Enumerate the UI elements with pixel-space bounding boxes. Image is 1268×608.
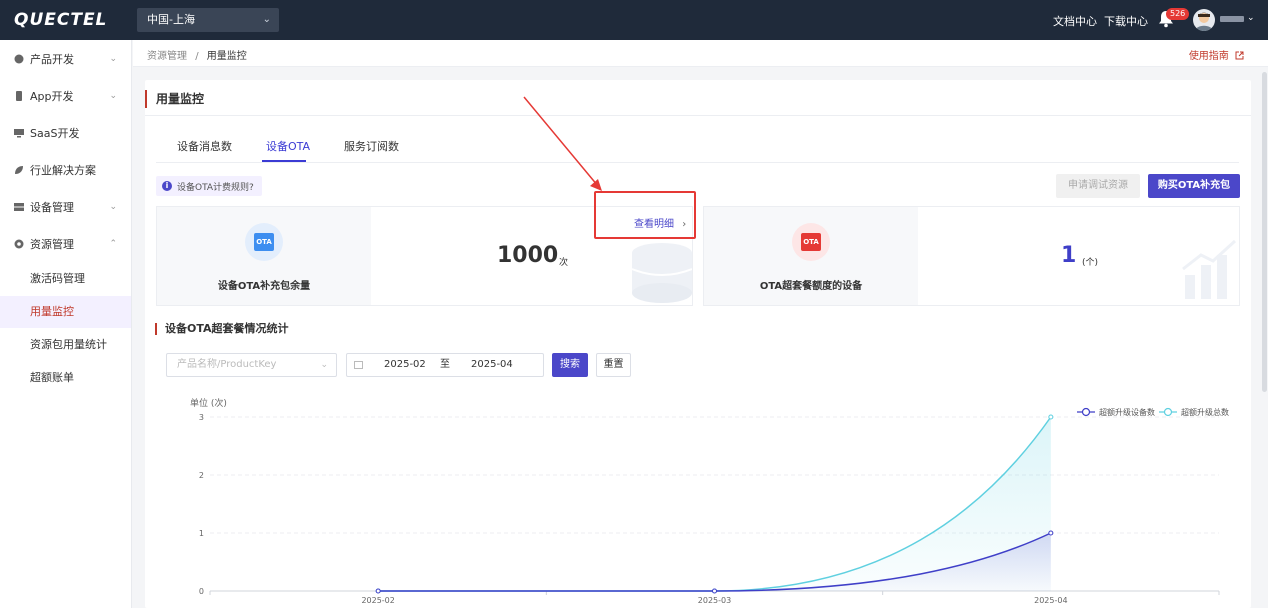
series-area [378, 417, 1051, 591]
y-tick-label: 0 [199, 587, 204, 596]
sidebar-item-app-dev[interactable]: App开发 ⌄ [0, 78, 131, 114]
sidebar-item-resource-mgmt[interactable]: 资源管理 ⌃ [0, 226, 131, 262]
data-point [1048, 530, 1054, 536]
y-tick-label: 2 [199, 471, 204, 480]
download-center-link[interactable]: 下载中心 [1104, 13, 1148, 29]
legend-label: 超额升级总数 [1181, 407, 1229, 417]
data-point [1048, 414, 1054, 420]
x-tick-label: 2025-03 [698, 596, 731, 605]
sidebar-item-product-dev[interactable]: 产品开发 ⌄ [0, 41, 131, 77]
quectel-logo[interactable]: QUECTEL [14, 10, 107, 30]
data-point [375, 588, 381, 594]
x-tick-label: 2025-02 [361, 596, 394, 605]
chevron-down-icon: ⌄ [109, 91, 117, 101]
ota-overage-line-chart: 单位 (次) 0 1 2 3 2025-02 2025-03 2025-04 超额升级设备数 超额… [190, 397, 1229, 605]
breadcrumb-separator: / [195, 51, 199, 62]
sidebar-subitem-overage-bill[interactable]: 超额账单 [0, 362, 131, 394]
avatar[interactable] [1193, 9, 1215, 31]
page-scrollbar[interactable] [1262, 72, 1267, 392]
sidebar-item-saas-dev[interactable]: SaaS开发 [0, 115, 131, 151]
sidebar-item-label: App开发 [30, 90, 74, 103]
chevron-up-icon: ⌃ [109, 239, 117, 249]
username-masked[interactable] [1220, 16, 1244, 22]
sidebar-item-label: 资源管理 [30, 238, 74, 251]
sidebar-item-device-mgmt[interactable]: 设备管理 ⌄ [0, 189, 131, 225]
chevron-down-icon[interactable]: ⌄ [1247, 13, 1255, 23]
y-axis-label: 单位 (次) [190, 397, 227, 409]
chevron-down-icon: ⌄ [262, 14, 271, 25]
y-tick-label: 1 [199, 529, 204, 538]
sidebar-item-label: 产品开发 [30, 53, 74, 66]
docs-center-link[interactable]: 文档中心 [1053, 13, 1097, 29]
external-link-icon [1235, 51, 1244, 60]
usage-monitor-card: 用量监控 设备消息数 设备OTA 服务订阅数 i 设备OTA计费规则? 申请调试… [145, 80, 1251, 608]
notification-badge: 526 [1166, 8, 1190, 20]
sidebar-subitem-package-usage[interactable]: 资源包用量统计 [0, 329, 131, 361]
mobile-icon [16, 91, 22, 101]
legend-label: 超额升级设备数 [1099, 407, 1155, 417]
sidebar-item-label: 行业解决方案 [30, 164, 96, 177]
user-avatar-icon [1195, 12, 1213, 31]
y-tick-label: 3 [199, 413, 204, 422]
breadcrumb-parent[interactable]: 资源管理 [147, 51, 187, 62]
sidebar-item-solutions[interactable]: 行业解决方案 [0, 152, 131, 188]
breadcrumb-current: 用量监控 [206, 51, 247, 62]
legend-swatch-marker [1081, 407, 1091, 417]
breadcrumb-bar: 资源管理 / 用量监控 使用指南 [133, 40, 1268, 67]
user-guide-link[interactable]: 使用指南 [1189, 47, 1244, 62]
sidebar: 产品开发 ⌄ App开发 ⌄ SaaS开发 行业解决方案 设备管理 ⌄ 资源管理… [0, 40, 132, 608]
resource-icon [14, 239, 24, 249]
chevron-down-icon: ⌄ [109, 54, 117, 64]
region-select-value: 中国-上海 [147, 13, 195, 26]
top-navbar: QUECTEL 中国-上海 ⌄ 文档中心 下载中心 526 ⌄ [0, 0, 1268, 40]
sidebar-item-label: 设备管理 [30, 201, 74, 214]
monitor-icon [14, 129, 24, 138]
sidebar-subitem-usage-monitor[interactable]: 用量监控 [0, 296, 131, 328]
device-icon [14, 203, 24, 211]
box-icon [14, 54, 24, 64]
legend-swatch-marker [1163, 407, 1173, 417]
sidebar-subitem-activation-codes[interactable]: 激活码管理 [0, 263, 131, 295]
x-tick-label: 2025-04 [1034, 596, 1067, 605]
data-point [712, 588, 717, 594]
leaf-icon [15, 166, 23, 174]
user-guide-label: 使用指南 [1188, 51, 1229, 62]
breadcrumb: 资源管理 / 用量监控 [147, 47, 247, 62]
sidebar-item-label: SaaS开发 [30, 127, 80, 140]
chevron-down-icon: ⌄ [109, 202, 117, 212]
region-select[interactable]: 中国-上海 ⌄ [137, 8, 279, 32]
